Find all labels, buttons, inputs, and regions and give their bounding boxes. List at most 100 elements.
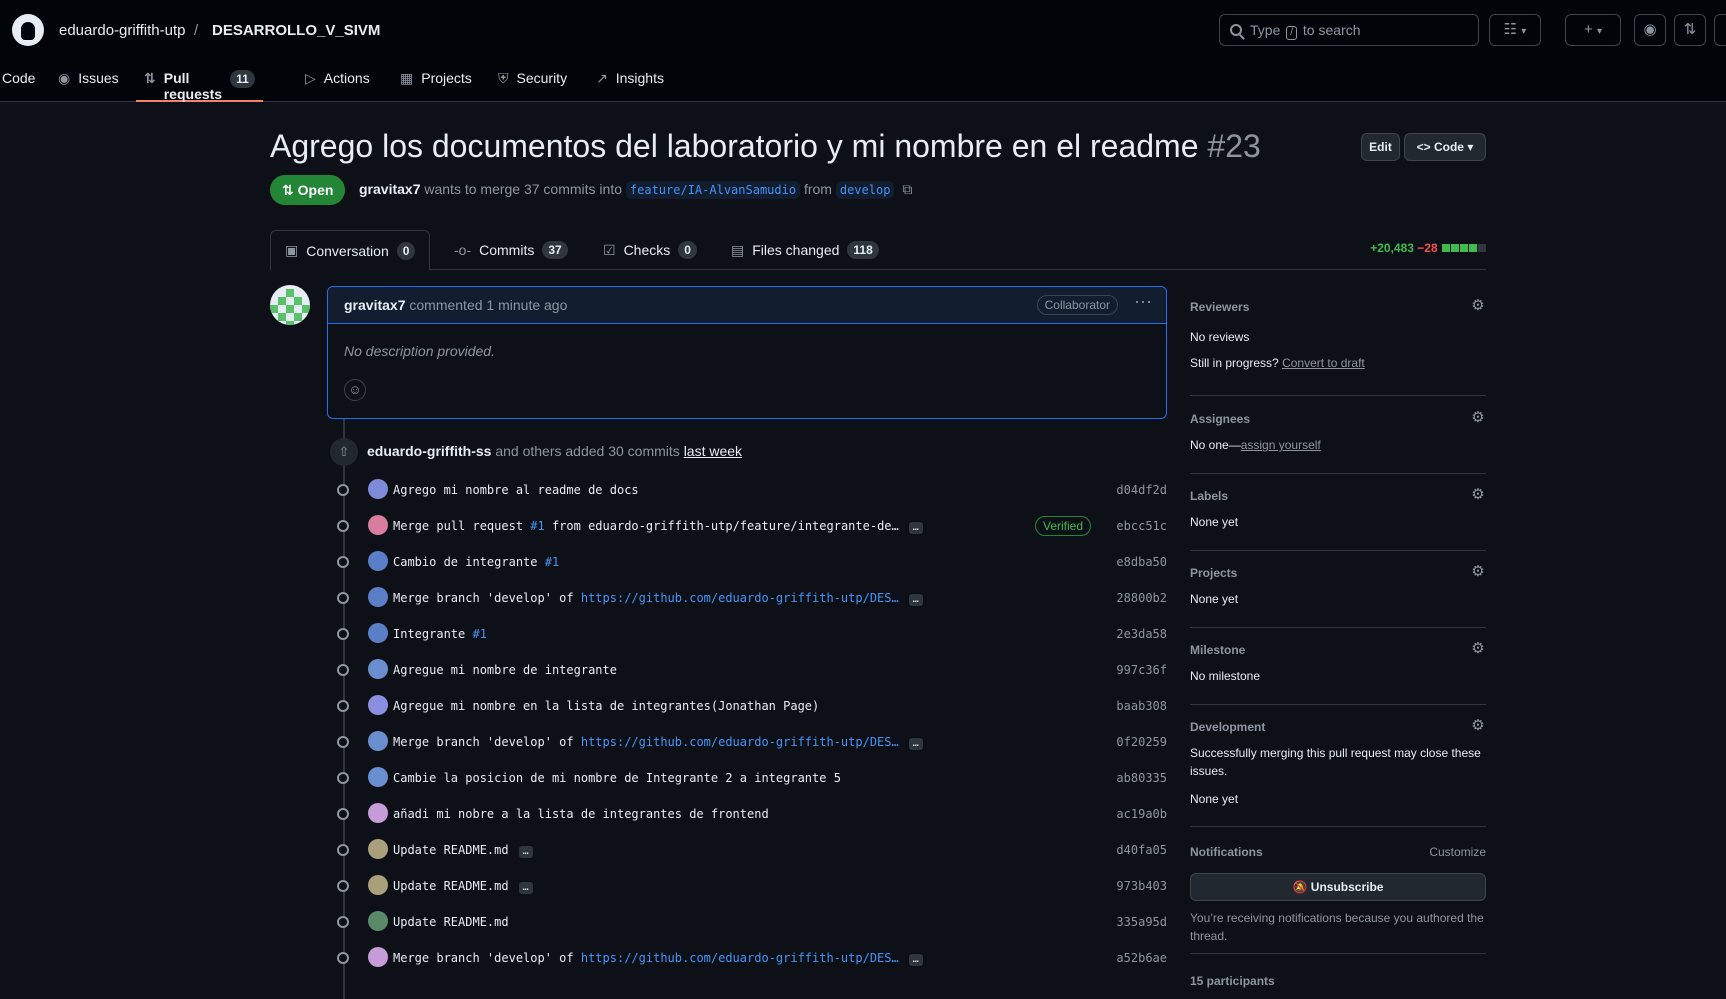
assign-yourself-link[interactable]: assign yourself <box>1241 438 1321 452</box>
commit-message-link[interactable]: #1 <box>472 627 486 641</box>
commit-message[interactable]: Cambie la posicion de mi nombre de Integ… <box>393 771 841 785</box>
expand-commit-button[interactable]: … <box>518 846 533 858</box>
sidebar-heading[interactable]: Milestone <box>1190 643 1245 657</box>
convert-to-draft-link[interactable]: Convert to draft <box>1282 356 1365 370</box>
avatar[interactable] <box>368 515 388 535</box>
issues-button[interactable]: ◉ <box>1634 14 1666 46</box>
avatar[interactable] <box>368 479 388 499</box>
nav-issues[interactable]: ◉ Issues <box>58 62 119 102</box>
commit-message-link[interactable]: #1 <box>545 555 559 569</box>
nav-actions[interactable]: ▷ Actions <box>305 62 370 102</box>
sidebar-heading[interactable]: Projects <box>1190 566 1237 580</box>
commit-sha-link[interactable]: e8dba50 <box>1116 555 1167 569</box>
commit-message-link[interactable]: https://github.com/eduardo-griffith-utp/… <box>581 735 899 749</box>
avatar[interactable] <box>368 695 388 715</box>
gear-icon[interactable]: ⚙ <box>1470 564 1486 580</box>
commit-sha-link[interactable]: baab308 <box>1116 699 1167 713</box>
avatar[interactable] <box>270 285 310 325</box>
commit-message[interactable]: Agrego mi nombre al readme de docs <box>393 483 639 497</box>
comment-author-link[interactable]: gravitax7 <box>344 297 405 313</box>
avatar[interactable] <box>368 551 388 571</box>
tab-files-changed[interactable]: ▤ Files changed 118 <box>717 230 893 270</box>
commit-message[interactable]: Cambio de integrante #1 <box>393 555 559 569</box>
commit-message[interactable]: Integrante #1 <box>393 627 487 641</box>
verified-badge[interactable]: Verified <box>1035 516 1092 536</box>
gear-icon[interactable]: ⚙ <box>1470 487 1486 503</box>
expand-commit-button[interactable]: … <box>908 522 923 534</box>
avatar[interactable] <box>368 947 388 967</box>
commit-sha-link[interactable]: 0f20259 <box>1116 735 1167 749</box>
commit-sha-link[interactable]: 997c36f <box>1116 663 1167 677</box>
commit-message[interactable]: Merge branch 'develop' of https://github… <box>393 951 923 966</box>
sidebar-heading[interactable]: Labels <box>1190 489 1228 503</box>
commit-sha-link[interactable]: 2e3da58 <box>1116 627 1167 641</box>
kebab-menu-icon[interactable]: ··· <box>1134 291 1152 312</box>
commit-message[interactable]: añadi mi nobre a la lista de integrantes… <box>393 807 769 821</box>
commit-sha-link[interactable]: ac19a0b <box>1116 807 1167 821</box>
commit-message-link[interactable]: https://github.com/eduardo-griffith-utp/… <box>581 591 899 605</box>
commit-sha-link[interactable]: 28800b2 <box>1116 591 1167 605</box>
customize-notifications-link[interactable]: Customize <box>1429 845 1486 859</box>
commit-message[interactable]: Update README.md… <box>393 843 533 858</box>
commit-message[interactable]: Update README.md <box>393 915 509 929</box>
expand-commit-button[interactable]: … <box>908 738 923 750</box>
nav-code[interactable]: Code <box>2 62 35 102</box>
nav-pull-requests[interactable]: ⇅ Pull requests 11 <box>136 62 263 102</box>
inbox-button[interactable] <box>1714 14 1726 46</box>
avatar[interactable] <box>368 911 388 931</box>
gear-icon[interactable]: ⚙ <box>1470 641 1486 657</box>
avatar[interactable] <box>368 587 388 607</box>
add-reaction-icon[interactable]: ☺ <box>344 379 366 401</box>
gear-icon[interactable]: ⚙ <box>1470 410 1486 426</box>
commit-message[interactable]: Agregue mi nombre en la lista de integra… <box>393 699 819 713</box>
breadcrumb-repo[interactable]: DESARROLLO_V_SIVM <box>212 22 380 39</box>
commit-sha-link[interactable]: 335a95d <box>1116 915 1167 929</box>
commit-message-link[interactable]: https://github.com/eduardo-griffith-utp/… <box>581 951 899 965</box>
commit-sha-link[interactable]: d04df2d <box>1116 483 1167 497</box>
nav-insights[interactable]: ↗ Insights <box>596 62 664 102</box>
push-author-link[interactable]: eduardo-griffith-ss <box>367 443 491 459</box>
commit-message[interactable]: Merge pull request #1 from eduardo-griff… <box>393 519 923 534</box>
head-branch-label[interactable]: develop <box>835 181 895 199</box>
tab-commits[interactable]: -o- Commits 37 <box>440 230 582 270</box>
sidebar-heading[interactable]: Development <box>1190 720 1265 734</box>
avatar[interactable] <box>368 803 388 823</box>
search-input[interactable]: Type / to search <box>1219 14 1479 46</box>
unsubscribe-button[interactable]: 🔕 Unsubscribe <box>1190 873 1486 901</box>
expand-commit-button[interactable]: … <box>908 954 923 966</box>
avatar[interactable] <box>368 839 388 859</box>
base-branch-label[interactable]: feature/IA-AlvanSamudio <box>625 181 801 199</box>
create-new-button[interactable]: + ▾ <box>1565 14 1621 46</box>
commit-message[interactable]: Merge branch 'develop' of https://github… <box>393 591 923 606</box>
edit-button[interactable]: Edit <box>1361 133 1400 161</box>
commit-message[interactable]: Merge branch 'develop' of https://github… <box>393 735 923 750</box>
tab-conversation[interactable]: ▣ Conversation 0 <box>270 230 431 271</box>
sidebar-heading[interactable]: Assignees <box>1190 412 1250 426</box>
copilot-button[interactable]: ☷ ▾ <box>1489 14 1541 46</box>
nav-security[interactable]: ⛨ Security <box>498 62 567 102</box>
pull-requests-button[interactable]: ⇅ <box>1674 14 1706 46</box>
commit-sha-link[interactable]: ab80335 <box>1116 771 1167 785</box>
avatar[interactable] <box>368 623 388 643</box>
pr-author-link[interactable]: gravitax7 <box>359 181 420 197</box>
gear-icon[interactable]: ⚙ <box>1470 298 1486 314</box>
code-button[interactable]: <> Code ▾ <box>1404 133 1486 161</box>
expand-commit-button[interactable]: … <box>908 594 923 606</box>
tab-checks[interactable]: ☑ Checks 0 <box>589 230 711 270</box>
commit-message[interactable]: Update README.md… <box>393 879 533 894</box>
breadcrumb-owner[interactable]: eduardo-griffith-utp <box>59 22 185 39</box>
gear-icon[interactable]: ⚙ <box>1470 718 1486 734</box>
commit-sha-link[interactable]: a52b6ae <box>1116 951 1167 965</box>
avatar[interactable] <box>368 731 388 751</box>
commit-sha-link[interactable]: 973b403 <box>1116 879 1167 893</box>
expand-commit-button[interactable]: … <box>518 882 533 894</box>
commit-sha-link[interactable]: d40fa05 <box>1116 843 1167 857</box>
nav-projects[interactable]: ▦ Projects <box>400 62 472 102</box>
push-time-link[interactable]: last week <box>684 443 742 459</box>
commit-sha-link[interactable]: ebcc51c <box>1116 519 1167 533</box>
copy-icon[interactable]: ⧉ <box>902 181 912 197</box>
github-logo-icon[interactable] <box>12 14 44 46</box>
sidebar-heading[interactable]: Reviewers <box>1190 300 1249 314</box>
commit-message-link[interactable]: #1 <box>530 519 544 533</box>
commit-message[interactable]: Agregue mi nombre de integrante <box>393 663 617 677</box>
